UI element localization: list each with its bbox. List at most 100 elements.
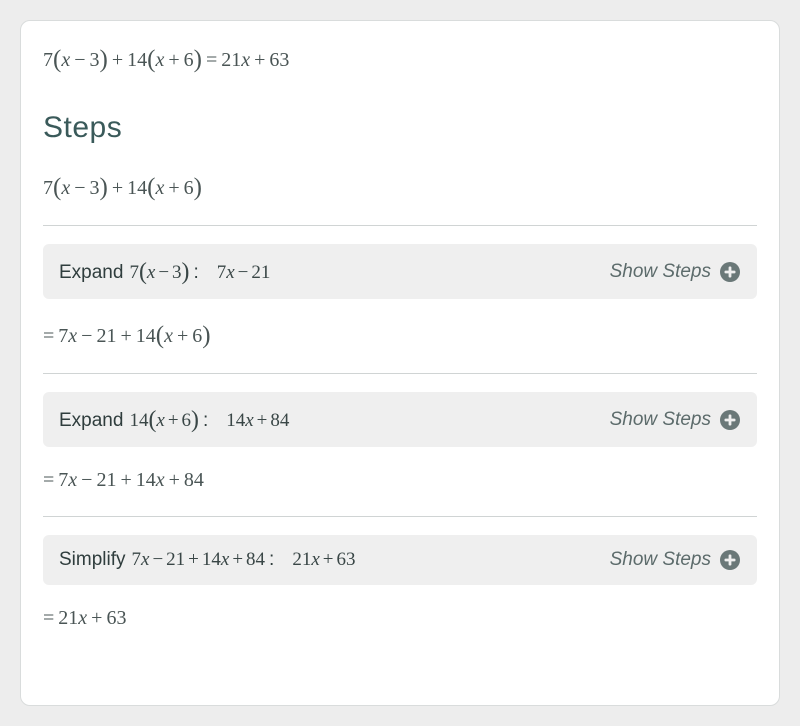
op: + — [185, 549, 202, 570]
num: 3 — [90, 177, 100, 199]
num: 21 — [251, 262, 270, 283]
coef: 21 — [221, 49, 241, 71]
show-steps-button[interactable]: Show Steps — [610, 261, 741, 283]
coef: 7 — [58, 469, 68, 491]
op: − — [77, 469, 96, 491]
op: − — [155, 262, 172, 283]
var: x — [226, 262, 234, 283]
steps-heading: Steps — [43, 111, 757, 145]
show-steps-label: Show Steps — [610, 261, 711, 283]
step-description: Expand 14(x+6) : 14x+84 — [59, 406, 289, 433]
main-equation: 7(x−3)+14(x+6)=21x+63 — [43, 45, 757, 73]
show-steps-button[interactable]: Show Steps — [610, 409, 741, 431]
op: − — [70, 177, 89, 199]
num: 21 — [96, 325, 116, 347]
num: 63 — [106, 607, 126, 629]
intermediate-result-2: =7x−21+14x+84 — [43, 469, 757, 492]
num: 3 — [172, 262, 182, 283]
var: x — [311, 549, 319, 570]
var: x — [245, 410, 253, 431]
plus-circle-icon — [719, 261, 741, 283]
left-paren: ( — [148, 407, 156, 433]
right-paren: ) — [100, 46, 108, 73]
step-action: Expand — [59, 262, 123, 284]
coef: 7 — [58, 325, 68, 347]
plus-circle-icon — [719, 549, 741, 571]
colon: : — [193, 262, 198, 284]
coef: 14 — [127, 49, 147, 71]
separator — [43, 516, 757, 517]
right-paren: ) — [191, 407, 199, 433]
initial-expression: 7(x−3)+14(x+6) — [43, 173, 757, 201]
final-result: =21x+63 — [43, 607, 757, 630]
coef: 7 — [217, 262, 227, 283]
num: 6 — [192, 325, 202, 347]
show-steps-label: Show Steps — [610, 549, 711, 571]
left-paren: ( — [53, 174, 61, 201]
step-row-expand-1: Expand 7(x−3) : 7x−21 Show Steps — [43, 244, 757, 299]
num: 6 — [184, 177, 194, 199]
show-steps-label: Show Steps — [610, 409, 711, 431]
left-paren: ( — [139, 259, 147, 285]
coef: 14 — [202, 549, 221, 570]
var: x — [156, 469, 165, 491]
op: + — [108, 177, 127, 199]
right-paren: ) — [194, 174, 202, 201]
var: x — [241, 49, 250, 71]
op: + — [165, 469, 184, 491]
right-paren: ) — [182, 259, 190, 285]
left-paren: ( — [156, 322, 164, 349]
left-paren: ( — [147, 174, 155, 201]
num: 6 — [182, 410, 192, 431]
equals: = — [202, 49, 221, 71]
var: x — [78, 607, 87, 629]
var: x — [61, 177, 70, 199]
coef: 21 — [292, 549, 311, 570]
num: 3 — [90, 49, 100, 71]
op: + — [116, 325, 135, 347]
step-action: Simplify — [59, 549, 126, 571]
num: 84 — [246, 549, 265, 570]
num: 6 — [184, 49, 194, 71]
op: + — [254, 410, 271, 431]
op: − — [70, 49, 89, 71]
step-description: Expand 7(x−3) : 7x−21 — [59, 258, 270, 285]
colon: : — [269, 549, 274, 571]
var: x — [155, 177, 164, 199]
op: − — [77, 325, 96, 347]
right-paren: ) — [202, 322, 210, 349]
left-paren: ( — [147, 46, 155, 73]
separator — [43, 373, 757, 374]
step-row-simplify: Simplify 7x−21+14x+84 : 21x+63 Show Step… — [43, 535, 757, 585]
separator — [43, 225, 757, 226]
num: 84 — [270, 410, 289, 431]
num: 21 — [96, 469, 116, 491]
right-paren: ) — [194, 46, 202, 73]
var: x — [68, 469, 77, 491]
num: 84 — [184, 469, 204, 491]
op: + — [116, 469, 135, 491]
op: − — [149, 549, 166, 570]
coef: 14 — [136, 469, 156, 491]
num: 63 — [269, 49, 289, 71]
num: 21 — [166, 549, 185, 570]
colon: : — [203, 410, 208, 432]
op: + — [250, 49, 269, 71]
coef: 14 — [127, 177, 147, 199]
coef: 7 — [132, 549, 142, 570]
var: x — [68, 325, 77, 347]
op: + — [87, 607, 106, 629]
step-row-expand-2: Expand 14(x+6) : 14x+84 Show Steps — [43, 392, 757, 447]
num: 63 — [336, 549, 355, 570]
var: x — [156, 410, 164, 431]
step-description: Simplify 7x−21+14x+84 : 21x+63 — [59, 549, 355, 571]
var: x — [164, 325, 173, 347]
show-steps-button[interactable]: Show Steps — [610, 549, 741, 571]
coef: 7 — [43, 177, 53, 199]
op: − — [235, 262, 252, 283]
coef: 21 — [58, 607, 78, 629]
left-paren: ( — [53, 46, 61, 73]
op: + — [164, 177, 183, 199]
step-action: Expand — [59, 410, 123, 432]
plus-circle-icon — [719, 409, 741, 431]
